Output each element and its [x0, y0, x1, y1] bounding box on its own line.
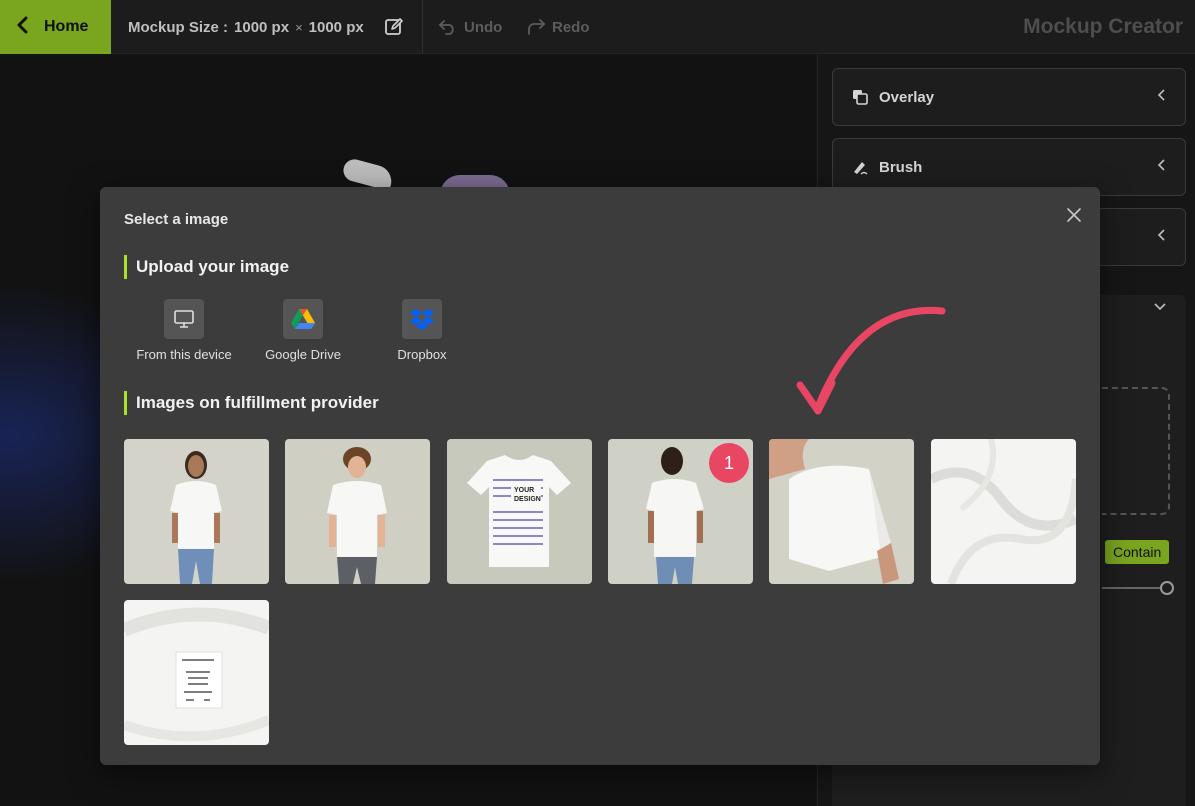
modal-title: Select a image [124, 211, 229, 228]
provider-heading: Images on fulfillment provider [124, 391, 379, 415]
chevron-left-icon [1157, 227, 1167, 248]
undo-label: Undo [464, 18, 503, 36]
slider-handle[interactable] [1160, 581, 1174, 595]
image-thumbnail-fabric[interactable] [931, 439, 1076, 584]
monitor-icon [164, 299, 204, 339]
upload-google-drive[interactable]: Google Drive [243, 299, 363, 362]
chevron-left-icon [1157, 87, 1167, 108]
undo-icon [438, 20, 454, 35]
chevron-left-icon [1157, 157, 1167, 178]
redo-button[interactable]: Redo [526, 0, 590, 54]
mockup-height: 1000 px [308, 18, 364, 36]
image-thumbnail-man-front[interactable] [285, 439, 430, 584]
annotation-arrow-icon [796, 306, 946, 415]
times-symbol: × [295, 19, 303, 35]
layers-icon [853, 90, 868, 105]
dropbox-icon [402, 299, 442, 339]
image-thumbnail-sleeve-closeup[interactable] [769, 439, 914, 584]
contain-button[interactable]: Contain [1105, 540, 1170, 564]
mockup-size-label: Mockup Size : [128, 18, 229, 36]
top-bar: Home Mockup Size : 1000 px × 1000 px Und… [0, 0, 1195, 54]
upload-dropbox[interactable]: Dropbox [362, 299, 482, 362]
design-text-line2: DESIGN [514, 496, 541, 503]
brush-icon [854, 162, 868, 175]
mockup-width: 1000 px [234, 18, 290, 36]
chevron-left-icon [16, 16, 28, 38]
select-image-modal: Select a image Upload your image From th… [100, 187, 1100, 765]
image-thumbnail-neck-label[interactable] [124, 600, 269, 745]
chevron-down-icon[interactable] [1152, 299, 1168, 315]
image-thumbnail-woman-front[interactable] [124, 439, 269, 584]
upload-heading: Upload your image [124, 255, 289, 279]
annotation-badge: 1 [709, 443, 749, 483]
canvas-object [341, 156, 395, 192]
overlay-panel-toggle[interactable]: Overlay [832, 68, 1186, 126]
home-button[interactable]: Home [0, 0, 111, 54]
app-title: Mockup Creator [1023, 15, 1183, 38]
toolbar-divider [422, 0, 423, 54]
image-thumbnail-flat-tshirt[interactable]: YOUR DESIGN [447, 439, 592, 584]
slider-track[interactable] [1102, 587, 1164, 589]
google-drive-icon [283, 299, 323, 339]
drop-zone[interactable] [1102, 387, 1170, 515]
upload-from-device[interactable]: From this device [124, 299, 244, 362]
close-icon[interactable] [1064, 205, 1084, 225]
upload-option-label: Dropbox [397, 347, 447, 362]
design-text-line1: YOUR [514, 487, 534, 494]
edit-icon[interactable] [384, 17, 404, 37]
redo-icon [528, 19, 546, 35]
home-label: Home [44, 18, 89, 35]
brush-label: Brush [879, 158, 923, 176]
redo-label: Redo [552, 18, 590, 36]
mockup-size-info: Mockup Size : 1000 px × 1000 px [128, 0, 364, 54]
app-root: Home Mockup Size : 1000 px × 1000 px Und… [0, 0, 1195, 806]
overlay-label: Overlay [879, 88, 935, 106]
upload-option-label: Google Drive [265, 347, 341, 362]
upload-option-label: From this device [136, 347, 232, 362]
undo-button[interactable]: Undo [438, 0, 502, 54]
